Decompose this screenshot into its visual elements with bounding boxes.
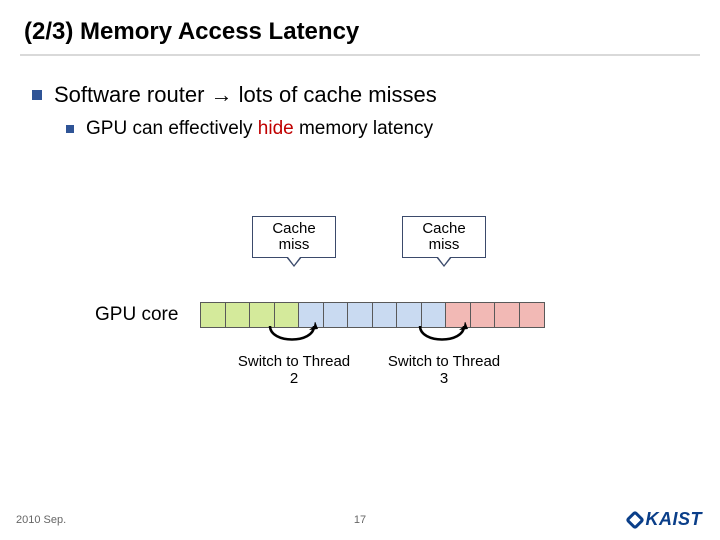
body: Software router → lots of cache misses G…: [0, 56, 720, 140]
logo-diamond-icon: [625, 510, 645, 530]
bullet-l2-pre: GPU can effectively: [86, 118, 258, 139]
thread-cell: [519, 302, 545, 328]
switch-arrow-1-icon: [264, 322, 320, 350]
logo-text: KAIST: [646, 509, 703, 530]
diagram: Cache miss Cache miss GPU core Switch to…: [0, 210, 720, 440]
callout-box: Cache miss: [252, 216, 336, 258]
bullet-l2-emph: hide: [258, 118, 294, 139]
bullet-level1: Software router → lots of cache misses: [32, 82, 690, 108]
thread-track: [200, 302, 545, 328]
callout-box: Cache miss: [402, 216, 486, 258]
callout-tail-icon: [436, 257, 452, 267]
switch-arrow-2-icon: [414, 322, 470, 350]
callout-tail-icon: [286, 257, 302, 267]
thread-cell: [372, 302, 398, 328]
kaist-logo: KAIST: [628, 509, 703, 530]
thread-cell: [225, 302, 251, 328]
footer-page-number: 17: [0, 514, 720, 526]
title-area: (2/3) Memory Access Latency: [0, 0, 720, 50]
bullet-square-icon: [66, 125, 74, 133]
gpu-core-label: GPU core: [95, 304, 178, 326]
switch-label-1: Switch to Thread 2: [234, 354, 354, 387]
bullet-level2-text: GPU can effectively hide memory latency: [86, 118, 433, 140]
callout-cache-miss-2: Cache miss: [402, 216, 486, 267]
thread-cell: [323, 302, 349, 328]
bullet-level2: GPU can effectively hide memory latency: [66, 118, 690, 140]
thread-cell: [200, 302, 226, 328]
thread-cell: [347, 302, 373, 328]
bullet-l2-post: memory latency: [294, 118, 433, 139]
switch-label-2: Switch to Thread 3: [384, 354, 504, 387]
callout-cache-miss-1: Cache miss: [252, 216, 336, 267]
thread-cell: [470, 302, 496, 328]
bullet-square-icon: [32, 90, 42, 100]
bullet-level1-text: Software router → lots of cache misses: [54, 82, 437, 108]
thread-cell: [494, 302, 520, 328]
slide-title: (2/3) Memory Access Latency: [24, 18, 696, 46]
